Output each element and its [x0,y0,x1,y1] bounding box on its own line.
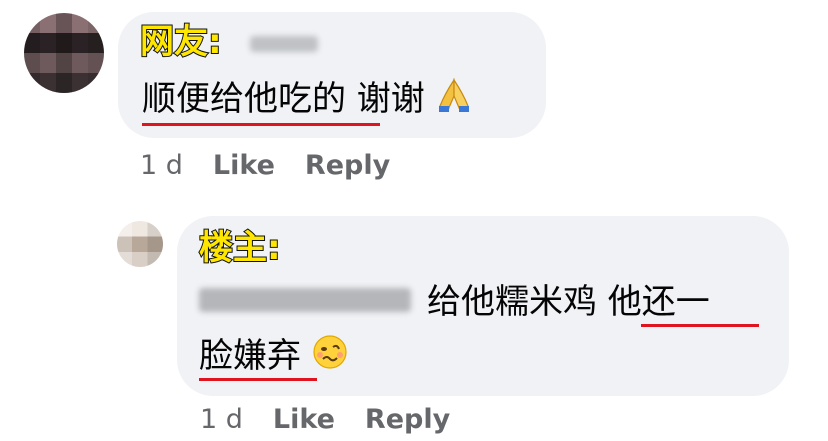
blurred-name [250,36,318,52]
reply-bubble: 楼主: 给他糯米鸡 他还一 脸嫌弃 [177,216,789,396]
author-label: 楼主: [198,227,282,269]
replier-avatar[interactable] [117,221,163,267]
reply-button[interactable]: Reply [305,150,390,181]
woozy-face-icon [312,334,348,381]
reply-text-body: 脸嫌弃 [199,336,301,376]
comment-meta: 1 d Like Reply [140,150,390,182]
reply-text-line1: 给他糯米鸡 他还一 [427,282,710,322]
comment-bubble: 网友: 顺便给他吃的 谢谢 [118,12,546,138]
commenter-avatar[interactable] [24,13,104,93]
like-button[interactable]: Like [213,150,275,181]
text-underline [641,324,759,327]
reply-meta: 1 d Like Reply [200,404,450,436]
folded-hands-icon [436,76,472,125]
blurred-mention [199,288,411,312]
reply-time[interactable]: 1 d [200,404,243,435]
like-button[interactable]: Like [273,404,335,435]
text-underline [142,123,380,126]
author-label: 网友: [139,21,223,63]
reply-button[interactable]: Reply [365,404,450,435]
text-underline [199,378,317,381]
comment-time[interactable]: 1 d [140,150,183,181]
comment-text: 顺便给他吃的 谢谢 [142,76,472,125]
reply-text-line2: 脸嫌弃 [199,334,348,381]
comment-text-body: 顺便给他吃的 谢谢 [142,79,425,119]
